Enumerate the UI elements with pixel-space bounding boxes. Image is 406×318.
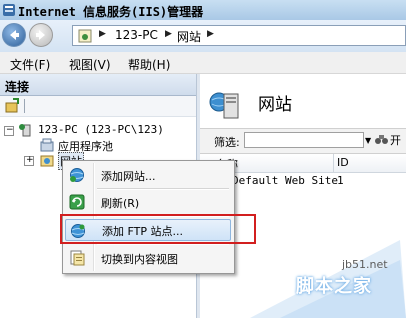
window-title: Internet 信息服务(IIS)管理器	[18, 5, 204, 19]
crumb-sites[interactable]: 网站	[177, 28, 201, 45]
title-bar: Internet 信息服务(IIS)管理器	[0, 0, 406, 21]
filter-label: 筛选:	[214, 136, 240, 149]
crumb-separator-icon: ▶	[207, 29, 214, 39]
iis-app-icon	[3, 4, 15, 16]
menu-file[interactable]: 文件(F)	[10, 56, 50, 73]
tree-label-server: 123-PC (123-PC\123)	[38, 123, 164, 136]
tree-node-app-pools[interactable]: 应用程序池	[40, 138, 190, 153]
sites-server-icon	[209, 92, 239, 119]
menu-item-label: 切换到内容视图	[101, 253, 178, 266]
watermark-url: jb51.net	[342, 258, 388, 271]
filter-bar: 筛选: ▼ 开	[200, 128, 406, 154]
chevron-down-icon[interactable]: ▼	[365, 136, 371, 145]
connect-icon[interactable]	[4, 98, 20, 114]
menu-view[interactable]: 视图(V)	[69, 56, 111, 73]
arrow-right-icon	[36, 30, 45, 40]
menu-item-label: 刷新(R)	[101, 197, 140, 210]
page-title: 网站	[258, 95, 292, 115]
menu-item-add-website[interactable]: 添加网站...	[65, 164, 231, 186]
connections-header: 连接	[0, 74, 196, 96]
crumb-separator-icon: ▶	[99, 29, 106, 39]
menu-help[interactable]: 帮助(H)	[128, 56, 170, 73]
menu-separator	[97, 188, 229, 190]
go-label: 开	[390, 134, 401, 147]
globe-add-icon	[70, 168, 84, 182]
watermark-text: 脚本之家	[296, 276, 372, 297]
crumb-server[interactable]: 123-PC	[115, 28, 158, 42]
sites-folder-icon	[40, 155, 54, 167]
connections-toolbar	[0, 96, 196, 117]
collapse-icon[interactable]: −	[4, 125, 14, 136]
back-button[interactable]	[2, 23, 26, 47]
forward-button[interactable]	[29, 23, 53, 47]
arrow-left-icon	[10, 30, 19, 40]
breadcrumb[interactable]: ▶ 123-PC ▶ 网站 ▶	[72, 25, 406, 46]
server-icon	[19, 124, 31, 137]
column-id[interactable]: ID	[337, 156, 349, 169]
column-separator[interactable]	[333, 154, 334, 172]
content-view-icon	[70, 250, 85, 266]
address-bar: ▶ 123-PC ▶ 网站 ▶	[0, 20, 406, 52]
app-pool-icon	[40, 138, 54, 152]
menu-item-label: 添加网站...	[101, 170, 156, 183]
menu-bar: 文件(F) 视图(V) 帮助(H)	[0, 52, 406, 74]
site-name-cell[interactable]: Default Web Site	[232, 174, 338, 187]
server-page-icon	[78, 29, 92, 43]
connections-title: 连接	[5, 80, 30, 94]
binoculars-icon	[375, 135, 388, 144]
menu-item-refresh[interactable]: 刷新(R)	[65, 191, 231, 213]
menu-item-content-view[interactable]: 切换到内容视图	[65, 247, 231, 269]
toolbar-separator	[24, 99, 25, 113]
site-id-cell: 1	[337, 174, 344, 187]
tree-node-server[interactable]: − 123-PC (123-PC\123)	[4, 123, 194, 138]
highlight-annotation-box	[60, 214, 256, 244]
expand-icon[interactable]: +	[24, 155, 34, 166]
crumb-separator-icon: ▶	[165, 29, 172, 39]
filter-input[interactable]	[244, 132, 364, 148]
refresh-icon	[69, 194, 85, 210]
